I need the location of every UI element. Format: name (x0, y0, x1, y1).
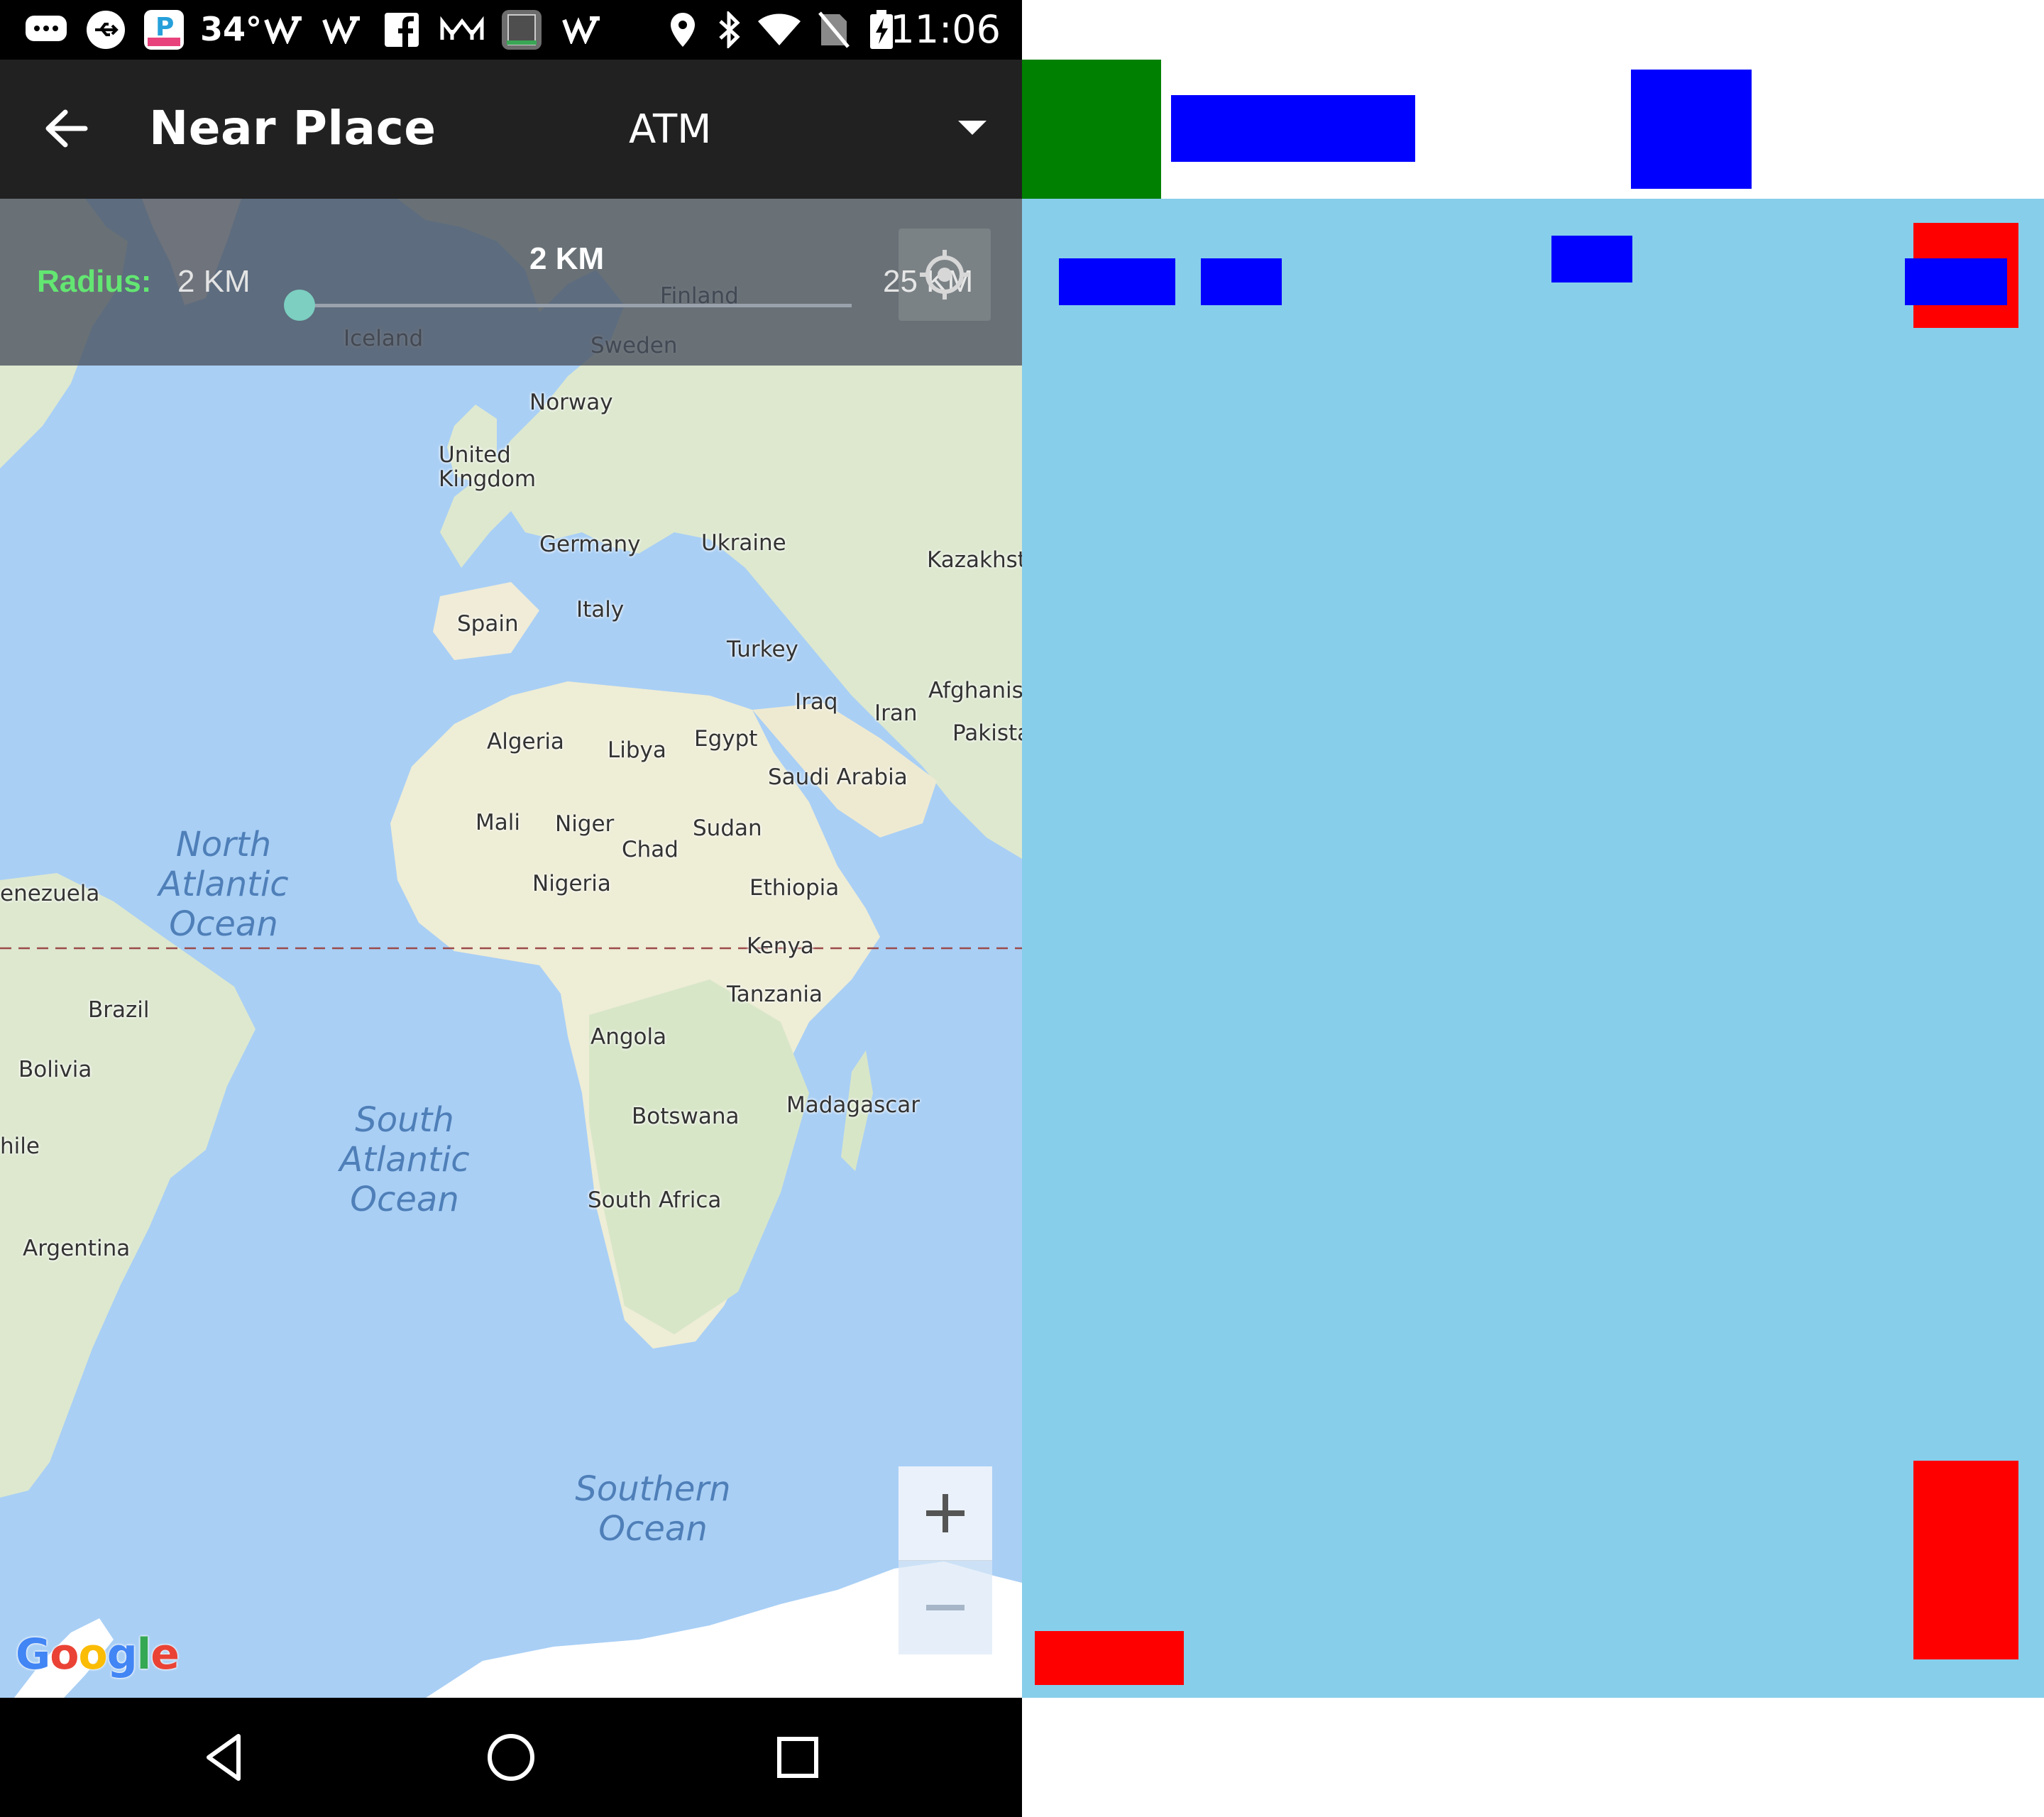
minus-icon (926, 1605, 965, 1610)
phone-screen: P 34° 11:06 Near Place ATM Norway United… (0, 0, 1022, 1817)
country-label: Saudi Arabia (768, 764, 908, 790)
map-region-box (1022, 199, 2044, 1698)
country-label: Germany (539, 532, 641, 557)
bluetooth-icon (714, 11, 745, 48)
radius-min-box (1201, 258, 1282, 305)
place-type-dropdown[interactable]: ATM (610, 97, 994, 162)
google-logo-box (1035, 1631, 1184, 1685)
nav-recents-button[interactable] (755, 1715, 840, 1800)
radius-max-box (1905, 258, 2007, 305)
my-location-button[interactable] (899, 229, 991, 321)
dropdown-caret-icon (958, 121, 987, 135)
country-label: enezuela (0, 881, 100, 906)
radius-label: Radius: (37, 264, 152, 299)
radius-control: Radius: 2 KM 2 KM 25 KM (0, 199, 1022, 366)
radius-slider-thumb[interactable] (284, 290, 315, 321)
ocean-label: South Atlantic Ocean (339, 1100, 470, 1219)
status-bar: P 34° 11:06 (0, 0, 1022, 60)
country-label: Kazakhsta (927, 547, 1022, 573)
zoom-out-button[interactable] (899, 1561, 992, 1654)
mm-icon (439, 11, 485, 48)
radius-current-box (1551, 236, 1632, 282)
parking-app-icon: P (142, 10, 186, 50)
country-label: Pakista (952, 720, 1022, 746)
country-label: Kenya (747, 933, 814, 959)
w-notification-icon (561, 11, 603, 48)
page-title: Near Place (149, 101, 436, 155)
map-land-shapes (0, 199, 1022, 1698)
country-label: Botswana (632, 1104, 740, 1129)
country-label: Iran (874, 701, 918, 726)
country-label: Tanzania (727, 982, 823, 1007)
nav-back-button[interactable] (183, 1715, 268, 1800)
country-label: Iraq (795, 689, 838, 715)
country-label: South Africa (588, 1187, 722, 1213)
triangle-back-icon (207, 1734, 241, 1781)
country-label: Angola (590, 1024, 667, 1050)
square-recents-icon (777, 1737, 818, 1778)
country-label: Italy (576, 597, 625, 622)
circle-home-icon (488, 1734, 534, 1781)
country-label: Norway (529, 390, 613, 415)
app-bar: Near Place ATM (0, 60, 1022, 199)
zoom-controls-box (1913, 1461, 2018, 1659)
temperature-text: 34° (200, 10, 263, 48)
country-label: Sudan (693, 816, 762, 841)
chat-icon (21, 11, 71, 48)
country-label: Niger (555, 811, 615, 837)
usb-icon (81, 11, 131, 49)
back-arrow-icon (45, 109, 88, 148)
country-label: Chad (622, 837, 678, 862)
country-label: Nigeria (532, 871, 611, 896)
country-label: Spain (457, 611, 519, 637)
country-label: Ethiopia (749, 875, 840, 901)
country-label: Argentina (23, 1236, 131, 1261)
radius-min-label: 2 KM (177, 264, 251, 299)
location-icon (667, 11, 698, 48)
facebook-icon (383, 11, 420, 48)
country-label: Mali (476, 810, 520, 835)
radius-slider-track[interactable] (298, 304, 852, 307)
ocean-label: Southern Ocean (575, 1469, 731, 1549)
navigation-bar (0, 1698, 1022, 1817)
nav-home-button[interactable] (468, 1715, 554, 1800)
title-box (1171, 95, 1415, 162)
no-sim-icon (816, 11, 852, 48)
country-label: Brazil (88, 997, 150, 1023)
google-logo: Google (16, 1630, 180, 1679)
country-label: Egypt (694, 726, 758, 752)
zoom-in-button[interactable] (899, 1466, 992, 1561)
w-notification-icon (321, 11, 363, 48)
back-button[interactable] (41, 104, 99, 155)
country-label: Turkey (727, 637, 798, 662)
annotation-panel (1022, 0, 2044, 1817)
country-label: United Kingdom (439, 442, 537, 492)
radius-label-box (1059, 258, 1175, 305)
w-notification-icon (263, 11, 305, 48)
place-type-box (1631, 70, 1752, 189)
map-view[interactable]: IcelandFinlandSwedenNorwayUnited Kingdom… (0, 199, 1022, 1698)
place-type-value: ATM (629, 106, 712, 153)
plus-icon (926, 1494, 965, 1532)
ocean-label: North Atlantic Ocean (158, 825, 289, 944)
wifi-icon (755, 11, 803, 48)
country-label: Madagascar (786, 1092, 921, 1118)
radius-current-value: 2 KM (529, 241, 605, 276)
country-label: hile (0, 1133, 40, 1159)
country-label: Afghanist (928, 678, 1022, 703)
country-label: Algeria (487, 729, 564, 754)
country-label: Bolivia (18, 1057, 92, 1082)
clock-text: 11:06 (890, 7, 1001, 52)
bible-app-icon (500, 10, 544, 50)
back-button-box (1022, 60, 1161, 199)
crosshair-icon (920, 250, 969, 300)
country-label: Libya (608, 737, 666, 763)
svg-text:P: P (155, 13, 174, 42)
country-label: Ukraine (701, 530, 786, 556)
